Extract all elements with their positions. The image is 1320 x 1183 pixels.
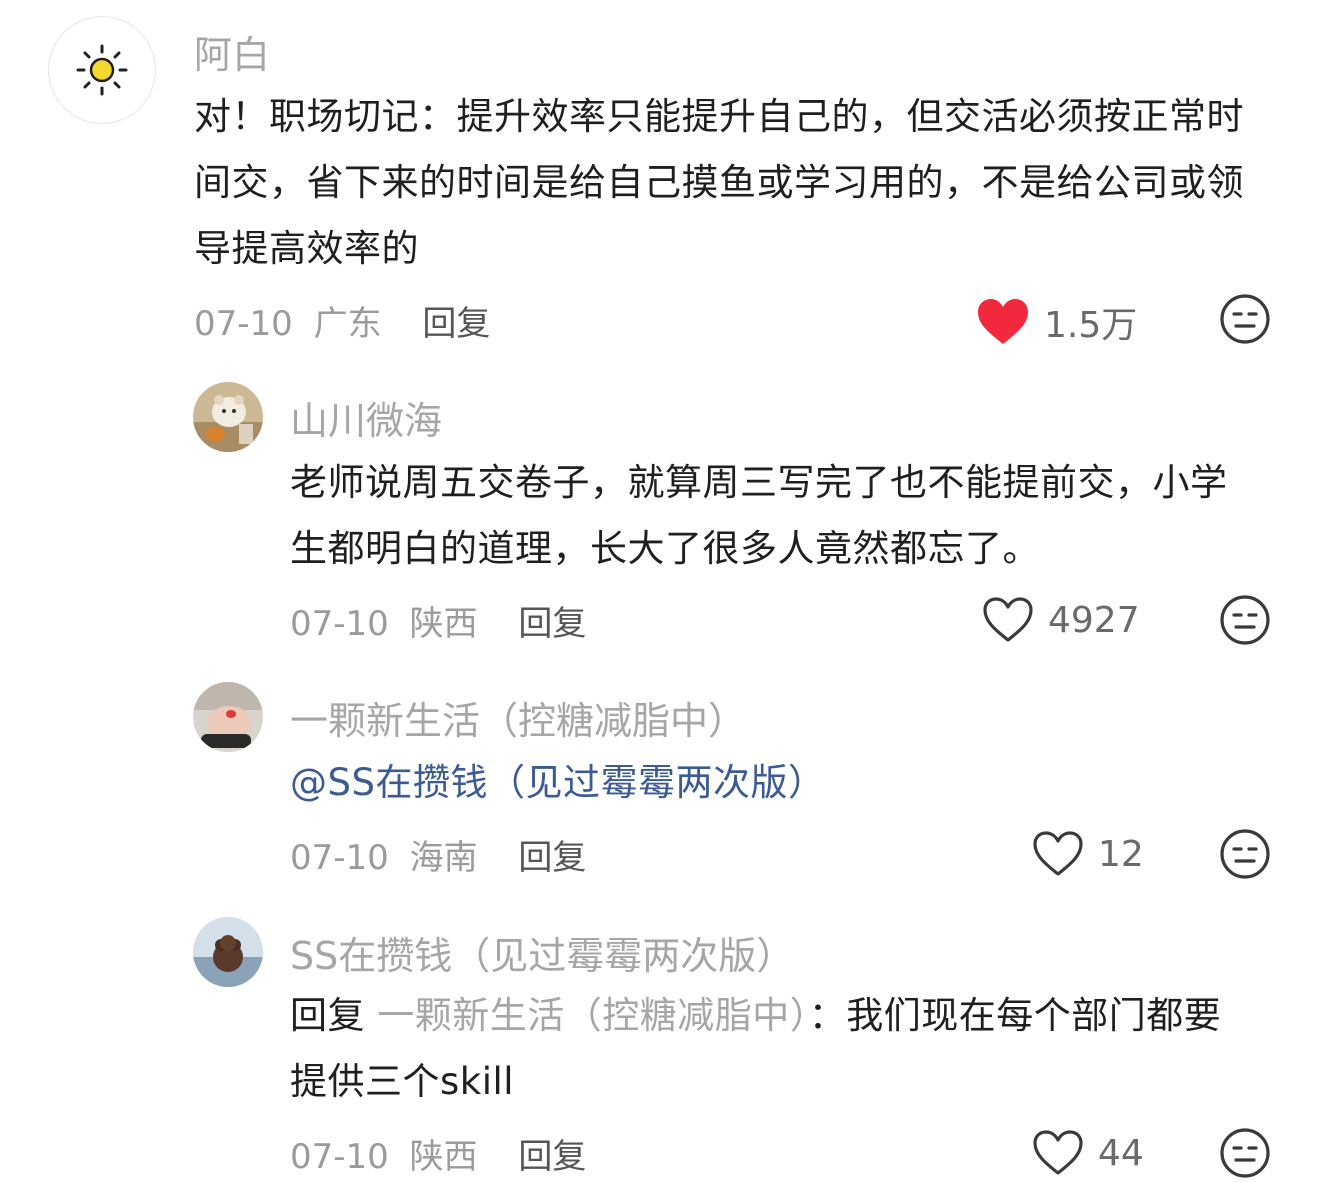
like-count: 12: [1098, 833, 1144, 875]
meh-face-icon: [1220, 829, 1270, 879]
comment-username[interactable]: 山川微海: [290, 390, 442, 445]
dislike-button[interactable]: [1219, 594, 1271, 650]
comment-text: 回复 一颗新生活（控糖减脂中）：我们现在每个部门都要提供三个skill: [290, 983, 1250, 1115]
comment-meta: 07-10 陕西 回复: [290, 1129, 586, 1178]
avatar[interactable]: [193, 382, 263, 452]
meh-face-icon: [1220, 294, 1270, 344]
heart-outline-icon: [1033, 831, 1083, 876]
comment-date: 07-10: [194, 304, 293, 344]
like-button[interactable]: 4927: [982, 596, 1140, 644]
reply-comment: 一颗新生活（控糖减脂中） @SS在攒钱（见过霉霉两次版） 07-10 海南 回复…: [0, 660, 1320, 900]
like-count: 1.5万: [1044, 305, 1138, 346]
heart-outline-icon: [983, 597, 1033, 642]
like-count: 4927: [1048, 599, 1140, 641]
like-button[interactable]: 44: [1032, 1129, 1144, 1177]
like-button[interactable]: 1.5万: [976, 296, 1137, 348]
reply-button[interactable]: 回复: [422, 304, 490, 344]
comment: 阿白 对！职场切记：提升效率只能提升自己的，但交活必须按正常时间交，省下来的时间…: [0, 0, 1320, 360]
comment-meta: 07-10 海南 回复: [290, 830, 586, 879]
comment-meta: 07-10 广东 回复: [194, 296, 490, 345]
comment-text: 老师说周五交卷子，就算周三写完了也不能提前交，小学生都明白的道理，长大了很多人竟…: [290, 461, 1228, 570]
dislike-button[interactable]: [1219, 1127, 1271, 1183]
comment-location: 广东: [313, 304, 382, 344]
meh-face-icon: [1220, 1128, 1270, 1178]
mention-text[interactable]: @SS在攒钱（见过霉霉两次版）: [290, 750, 1250, 816]
like-count: 44: [1098, 1132, 1144, 1174]
avatar[interactable]: [193, 682, 263, 752]
comment-location: 海南: [409, 838, 478, 878]
comment-date: 07-10: [290, 1137, 389, 1177]
comment-username[interactable]: SS在攒钱（见过霉霉两次版）: [290, 925, 794, 980]
sun-icon: [76, 44, 128, 96]
comment-username[interactable]: 一颗新生活（控糖减脂中）: [290, 690, 746, 745]
comment-username[interactable]: 阿白: [194, 24, 270, 79]
heart-outline-icon: [1033, 1130, 1083, 1175]
comment-location: 陕西: [409, 604, 478, 644]
avatar[interactable]: [48, 16, 156, 124]
comment-meta: 07-10 陕西 回复: [290, 596, 586, 645]
comment-date: 07-10: [290, 604, 389, 644]
reply-button[interactable]: 回复: [518, 604, 586, 644]
dislike-button[interactable]: [1219, 293, 1271, 349]
dislike-button[interactable]: [1219, 828, 1271, 884]
hand-photo: [193, 682, 263, 752]
like-button[interactable]: 12: [1032, 830, 1144, 878]
heart-filled-icon: [978, 299, 1028, 344]
reply-comment: SS在攒钱（见过霉霉两次版） 回复 一颗新生活（控糖减脂中）：我们现在每个部门都…: [0, 895, 1320, 1178]
dog-photo: [193, 917, 263, 987]
hamster-photo: [193, 382, 263, 452]
reply-comment: 山川微海 老师说周五交卷子，就算周三写完了也不能提前交，小学生都明白的道理，长大…: [0, 360, 1320, 660]
reply-button[interactable]: 回复: [518, 838, 586, 878]
reply-prefix: 回复: [290, 994, 365, 1037]
comment-date: 07-10: [290, 838, 389, 878]
reply-button[interactable]: 回复: [518, 1137, 586, 1177]
reply-target-username[interactable]: 一颗新生活（控糖减脂中）: [377, 994, 809, 1037]
comment-text: 对！职场切记：提升效率只能提升自己的，但交活必须按正常时间交，省下来的时间是给自…: [194, 95, 1244, 270]
comment-location: 陕西: [409, 1137, 478, 1177]
meh-face-icon: [1220, 595, 1270, 645]
avatar[interactable]: [193, 917, 263, 987]
